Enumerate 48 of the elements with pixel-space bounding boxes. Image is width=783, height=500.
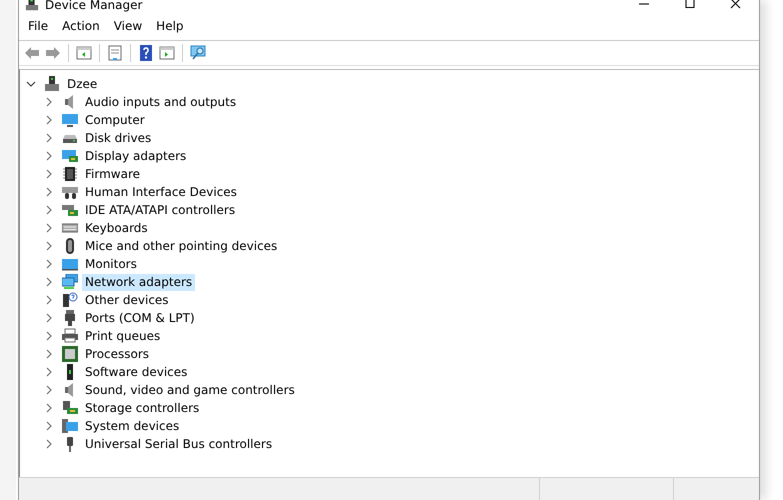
display-card-icon	[62, 148, 78, 164]
monitor-icon	[62, 112, 78, 128]
tree-item[interactable]: System devices	[82, 418, 182, 434]
tree-item[interactable]: Audio inputs and outputs	[82, 94, 240, 110]
port-icon	[62, 310, 78, 326]
tree-item[interactable]: Other devices	[82, 292, 172, 308]
tree-item[interactable]: Ports (COM & LPT)	[82, 310, 198, 326]
tree-item[interactable]: Software devices	[82, 364, 190, 380]
tree-item[interactable]: Mice and other pointing devices	[82, 238, 280, 254]
network-icon	[62, 274, 78, 290]
tree-item[interactable]: Dzee	[64, 76, 100, 92]
forward-icon[interactable]	[45, 45, 61, 61]
controller-card-icon	[62, 202, 78, 218]
menu-item[interactable]: File	[21, 19, 56, 33]
panel-icon[interactable]	[159, 45, 175, 61]
tree-item[interactable]: Keyboards	[82, 220, 151, 236]
tree-item[interactable]: Sound, video and game controllers	[82, 382, 298, 398]
keyboard-mouse-icon	[62, 184, 78, 200]
window-title: Device Manager	[45, 0, 142, 12]
storage-card-icon	[62, 400, 78, 416]
question-device-icon	[62, 292, 78, 308]
tree-item[interactable]: Firmware	[82, 166, 143, 182]
monitor-icon	[62, 256, 78, 272]
menu-item[interactable]: View	[106, 19, 150, 33]
properties-icon[interactable]	[107, 45, 123, 61]
tree-item[interactable]: Display adapters	[82, 148, 190, 164]
tree-item[interactable]: IDE ATA/ATAPI controllers	[82, 202, 238, 218]
processor-icon	[62, 346, 78, 362]
tree-item[interactable]: Computer	[82, 112, 148, 128]
tree-item[interactable]: Universal Serial Bus controllers	[82, 436, 276, 452]
system-icon	[62, 418, 78, 434]
panel-icon[interactable]	[76, 45, 92, 61]
computer-icon	[44, 76, 60, 92]
help-icon[interactable]	[138, 45, 154, 61]
tree-item[interactable]: Monitors	[82, 256, 140, 272]
monitor-search-icon[interactable]	[190, 45, 206, 61]
menu-item[interactable]: Action	[55, 19, 107, 33]
tree-item[interactable]: Human Interface Devices	[82, 184, 240, 200]
printer-icon	[62, 328, 78, 344]
computer-icon	[25, 0, 39, 12]
chip-icon	[62, 166, 78, 182]
back-icon[interactable]	[24, 45, 40, 61]
tree-item[interactable]: Print queues	[82, 328, 164, 344]
tree-item[interactable]: Processors	[82, 346, 152, 362]
menu-item[interactable]: Help	[149, 19, 191, 33]
tree-item[interactable]: Disk drives	[82, 130, 154, 146]
tree-item[interactable]: Storage controllers	[82, 400, 202, 416]
tree-item[interactable]: Network adapters	[82, 274, 196, 290]
